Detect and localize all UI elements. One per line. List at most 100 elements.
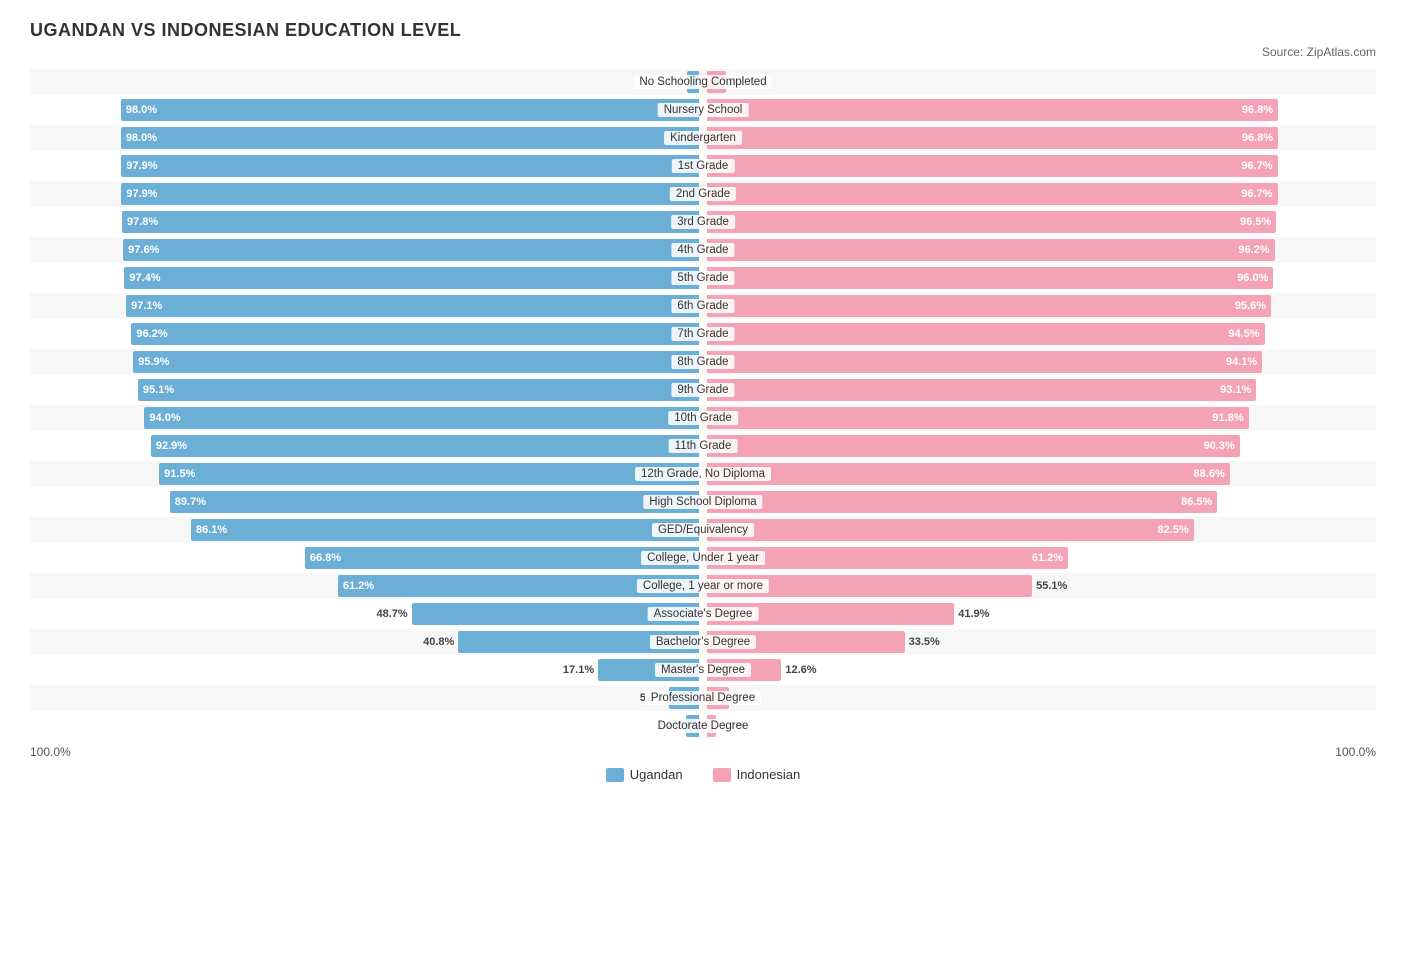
ugandan-bar: 94.0% xyxy=(144,407,699,429)
category-label: 5th Grade xyxy=(671,271,734,285)
left-value: 91.5% xyxy=(164,468,195,480)
bar-row: 2.0%No Schooling Completed3.2% xyxy=(30,69,1376,95)
left-value: 97.1% xyxy=(131,300,162,312)
chart-container: 2.0%No Schooling Completed3.2% 98.0% Nurse… xyxy=(30,69,1376,739)
right-value: 33.5% xyxy=(909,636,940,648)
axis-right: 100.0% xyxy=(703,745,1376,759)
left-value: 95.1% xyxy=(143,384,174,396)
legend-ugandan: Ugandan xyxy=(606,767,683,782)
legend-indonesian: Indonesian xyxy=(713,767,801,782)
category-label: 7th Grade xyxy=(671,327,734,341)
indonesian-bar: 95.6% xyxy=(707,295,1271,317)
ugandan-bar: 66.8% xyxy=(305,547,699,569)
indonesian-bar: 86.5% xyxy=(707,491,1217,513)
ugandan-bar: 92.9% xyxy=(151,435,699,457)
bar-row: 48.7% Associate's Degree 41.9% xyxy=(30,601,1376,627)
indonesian-bar: 93.1% xyxy=(707,379,1256,401)
bar-row: 66.8%College, Under 1 year 61.2% xyxy=(30,545,1376,571)
right-value: 82.5% xyxy=(1158,524,1189,536)
indonesian-bar: 88.6% xyxy=(707,463,1230,485)
ugandan-bar: 97.6% xyxy=(123,239,699,261)
indonesian-bar: 96.0% xyxy=(707,267,1273,289)
left-value: 61.2% xyxy=(343,580,374,592)
left-value: 48.7% xyxy=(376,608,407,620)
category-label: GED/Equivalency xyxy=(652,523,754,537)
indonesian-bar: 96.8% xyxy=(707,127,1278,149)
right-value: 41.9% xyxy=(958,608,989,620)
ugandan-bar: 97.8% xyxy=(122,211,699,233)
axis-left: 100.0% xyxy=(30,745,703,759)
left-value: 97.8% xyxy=(127,216,158,228)
right-value: 93.1% xyxy=(1220,384,1251,396)
bar-row: 86.1% GED/Equivalency 82.5% xyxy=(30,517,1376,543)
category-label: 8th Grade xyxy=(671,355,734,369)
bar-row: 61.2%College, 1 year or more55.1% xyxy=(30,573,1376,599)
ugandan-bar: 97.1% xyxy=(126,295,699,317)
category-label: Nursery School xyxy=(658,103,749,117)
ugandan-bar: 91.5% xyxy=(159,463,699,485)
bar-row: 97.8%3rd Grade96.5% xyxy=(30,209,1376,235)
bar-row: 89.7%High School Diploma 86.5% xyxy=(30,489,1376,515)
right-value: 94.5% xyxy=(1228,328,1259,340)
indonesian-bar: 96.2% xyxy=(707,239,1275,261)
category-label: Associate's Degree xyxy=(648,607,759,621)
left-value: 17.1% xyxy=(563,664,594,676)
indonesian-legend-label: Indonesian xyxy=(737,767,801,782)
category-label: 4th Grade xyxy=(671,243,734,257)
ugandan-bar: 98.0% xyxy=(121,127,699,149)
right-value: 12.6% xyxy=(785,664,816,676)
bar-row: 40.8%Bachelor's Degree33.5% xyxy=(30,629,1376,655)
left-value: 92.9% xyxy=(156,440,187,452)
right-value: 96.8% xyxy=(1242,132,1273,144)
right-value: 91.8% xyxy=(1212,412,1243,424)
bar-row: 96.2% 7th Grade 94.5% xyxy=(30,321,1376,347)
indonesian-color-swatch xyxy=(713,768,731,782)
indonesian-bar: 90.3% xyxy=(707,435,1240,457)
right-value: 61.2% xyxy=(1032,552,1063,564)
right-value: 96.2% xyxy=(1238,244,1269,256)
ugandan-bar: 95.1% xyxy=(138,379,699,401)
right-value: 96.8% xyxy=(1242,104,1273,116)
category-label: 6th Grade xyxy=(671,299,734,313)
category-label: College, Under 1 year xyxy=(641,551,765,565)
ugandan-bar: 89.7% xyxy=(170,491,699,513)
right-value: 88.6% xyxy=(1194,468,1225,480)
indonesian-bar: 94.1% xyxy=(707,351,1262,373)
indonesian-bar: 96.7% xyxy=(707,155,1278,177)
bar-row: 17.1% Master's Degree 12.6% xyxy=(30,657,1376,683)
bar-row: 97.6% 4th Grade 96.2% xyxy=(30,237,1376,263)
left-value: 96.2% xyxy=(136,328,167,340)
ugandan-legend-label: Ugandan xyxy=(630,767,683,782)
ugandan-bar: 96.2% xyxy=(131,323,699,345)
right-value: 95.6% xyxy=(1235,300,1266,312)
right-value: 90.3% xyxy=(1204,440,1235,452)
ugandan-bar: 97.4% xyxy=(124,267,699,289)
category-label: No Schooling Completed xyxy=(633,75,772,89)
bar-row: 97.9%1st Grade96.7% xyxy=(30,153,1376,179)
right-value: 96.5% xyxy=(1240,216,1271,228)
category-label: 11th Grade xyxy=(669,439,738,453)
left-value: 86.1% xyxy=(196,524,227,536)
indonesian-bar: 96.8% xyxy=(707,99,1278,121)
category-label: Professional Degree xyxy=(645,691,761,705)
left-value: 94.0% xyxy=(149,412,180,424)
left-value: 97.9% xyxy=(126,188,157,200)
category-label: 1st Grade xyxy=(672,159,735,173)
bar-row: 95.9%8th Grade94.1% xyxy=(30,349,1376,375)
indonesian-bar: 96.5% xyxy=(707,211,1276,233)
right-value: 86.5% xyxy=(1181,496,1212,508)
category-label: Kindergarten xyxy=(664,131,742,145)
ugandan-bar: 97.9% xyxy=(121,155,699,177)
category-label: High School Diploma xyxy=(643,495,762,509)
bar-row: 5.1%Professional Degree3.7% xyxy=(30,685,1376,711)
ugandan-bar: 97.9% xyxy=(121,183,699,205)
bar-row: 98.0% Kindergarten 96.8% xyxy=(30,125,1376,151)
category-label: 9th Grade xyxy=(671,383,734,397)
category-label: Bachelor's Degree xyxy=(650,635,756,649)
category-label: Master's Degree xyxy=(655,663,751,677)
right-value: 96.0% xyxy=(1237,272,1268,284)
left-value: 98.0% xyxy=(126,132,157,144)
left-value: 97.6% xyxy=(128,244,159,256)
bar-row: 97.9%2nd Grade96.7% xyxy=(30,181,1376,207)
source-label: Source: ZipAtlas.com xyxy=(30,45,1376,59)
